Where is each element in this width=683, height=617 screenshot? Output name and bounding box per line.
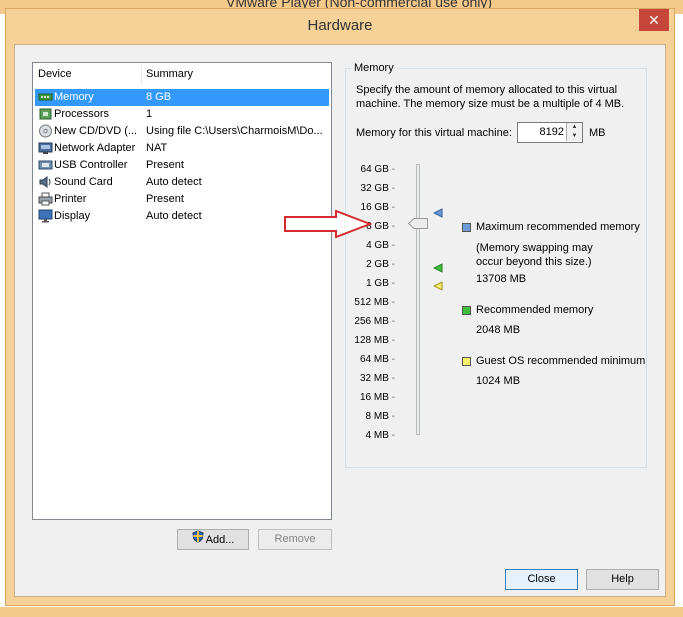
memory-spinbox[interactable]: 8192 ▲ ▼ bbox=[517, 122, 583, 143]
device-column-header[interactable]: Device bbox=[38, 68, 72, 80]
device-name: Network Adapter bbox=[54, 142, 136, 154]
recommended-value: 2048 MB bbox=[476, 324, 521, 336]
max-recommended-value: 13708 MB bbox=[476, 273, 527, 285]
scale-label: 2 GB bbox=[345, 259, 395, 270]
max-recommended-swatch bbox=[462, 223, 471, 232]
guest-minimum-marker-icon bbox=[432, 281, 443, 294]
device-summary: 1 bbox=[146, 108, 153, 120]
device-row-usb-controller[interactable]: USB Controller Present bbox=[35, 157, 329, 174]
memory-value[interactable]: 8192 bbox=[540, 126, 564, 138]
printer-icon bbox=[38, 192, 53, 206]
close-icon[interactable]: ✕ bbox=[639, 9, 669, 31]
device-list[interactable]: Device Summary Memory 8 GB Processors 1 bbox=[32, 62, 332, 520]
red-arrow-annotation bbox=[284, 209, 373, 241]
summary-column-header[interactable]: Summary bbox=[146, 68, 193, 80]
device-row-processors[interactable]: Processors 1 bbox=[35, 106, 329, 123]
help-button-label: Help bbox=[611, 573, 634, 585]
scale-label: 1 GB bbox=[345, 278, 395, 289]
scale-label: 256 MB bbox=[345, 316, 395, 327]
max-recommended-marker-icon bbox=[432, 208, 443, 221]
max-recommended-label: Maximum recommended memory bbox=[476, 221, 640, 233]
device-summary: Present bbox=[146, 193, 184, 205]
memory-field-label: Memory for this virtual machine: bbox=[356, 127, 512, 139]
memory-slider-thumb[interactable] bbox=[407, 218, 428, 229]
memory-slider-track[interactable] bbox=[416, 164, 420, 435]
dialog-client-area: Device Summary Memory 8 GB Processors 1 bbox=[14, 44, 666, 597]
memory-description: Specify the amount of memory allocated t… bbox=[356, 84, 625, 110]
background-window-bottom bbox=[0, 607, 683, 617]
remove-device-button[interactable]: Remove bbox=[258, 529, 332, 550]
memory-group-label: Memory bbox=[351, 62, 397, 74]
remove-button-label: Remove bbox=[274, 533, 316, 545]
scale-label: 16 MB bbox=[345, 392, 395, 403]
recommended-label: Recommended memory bbox=[476, 304, 594, 316]
device-summary: Auto detect bbox=[146, 176, 202, 188]
scale-label: 4 MB bbox=[345, 430, 395, 441]
device-row-network-adapter[interactable]: Network Adapter NAT bbox=[35, 140, 329, 157]
scale-label: 64 GB bbox=[345, 164, 395, 175]
device-name: Sound Card bbox=[54, 176, 113, 188]
add-device-button[interactable]: Add... bbox=[177, 529, 249, 550]
device-row-cd-dvd[interactable]: New CD/DVD (... Using file C:\Users\Char… bbox=[35, 123, 329, 140]
display-icon bbox=[38, 209, 53, 223]
scale-label: 4 GB bbox=[345, 240, 395, 251]
spin-down-icon[interactable]: ▼ bbox=[566, 132, 582, 141]
shield-icon bbox=[192, 530, 204, 550]
add-button-label: Add... bbox=[205, 533, 235, 546]
guest-minimum-swatch bbox=[462, 357, 471, 366]
memory-icon bbox=[38, 90, 53, 104]
scale-label: 8 MB bbox=[345, 411, 395, 422]
dialog-title: Hardware bbox=[307, 17, 373, 34]
close-button-label: Close bbox=[527, 573, 556, 585]
device-name: Display bbox=[54, 210, 91, 222]
cd-dvd-icon bbox=[38, 124, 53, 138]
column-divider[interactable] bbox=[141, 65, 142, 83]
device-row-memory[interactable]: Memory 8 GB bbox=[35, 89, 329, 106]
scale-label: 32 GB bbox=[345, 183, 395, 194]
hardware-dialog: Hardware ✕ Device Summary Memory 8 GB Pr… bbox=[5, 8, 675, 606]
recommended-swatch bbox=[462, 306, 471, 315]
device-name: Processors bbox=[54, 108, 110, 120]
help-button[interactable]: Help bbox=[586, 569, 659, 590]
device-summary: Using file C:\Users\CharmoisM\Do... bbox=[146, 125, 323, 137]
device-summary: Present bbox=[146, 159, 184, 171]
device-name: USB Controller bbox=[54, 159, 128, 171]
device-list-header: Device Summary bbox=[33, 63, 331, 85]
device-row-sound-card[interactable]: Sound Card Auto detect bbox=[35, 174, 329, 191]
close-button[interactable]: Close bbox=[505, 569, 578, 590]
usb-icon bbox=[38, 158, 53, 172]
scale-label: 32 MB bbox=[345, 373, 395, 384]
scale-label: 128 MB bbox=[345, 335, 395, 346]
network-adapter-icon bbox=[38, 141, 53, 155]
device-name: Memory bbox=[54, 91, 94, 103]
device-summary: 8 GB bbox=[146, 91, 172, 103]
max-recommended-note: (Memory swapping may occur beyond this s… bbox=[476, 242, 593, 268]
guest-minimum-value: 1024 MB bbox=[476, 375, 521, 387]
processor-icon bbox=[38, 107, 53, 121]
scale-label: 512 MB bbox=[345, 297, 395, 308]
recommended-marker-icon bbox=[432, 263, 443, 276]
memory-unit-label: MB bbox=[589, 127, 606, 139]
sound-card-icon bbox=[38, 175, 53, 189]
device-name: New CD/DVD (... bbox=[54, 125, 138, 137]
device-row-printer[interactable]: Printer Present bbox=[35, 191, 329, 208]
guest-minimum-label: Guest OS recommended minimum bbox=[476, 355, 646, 367]
device-name: Printer bbox=[54, 193, 87, 205]
device-summary: NAT bbox=[146, 142, 168, 154]
scale-label: 64 MB bbox=[345, 354, 395, 365]
